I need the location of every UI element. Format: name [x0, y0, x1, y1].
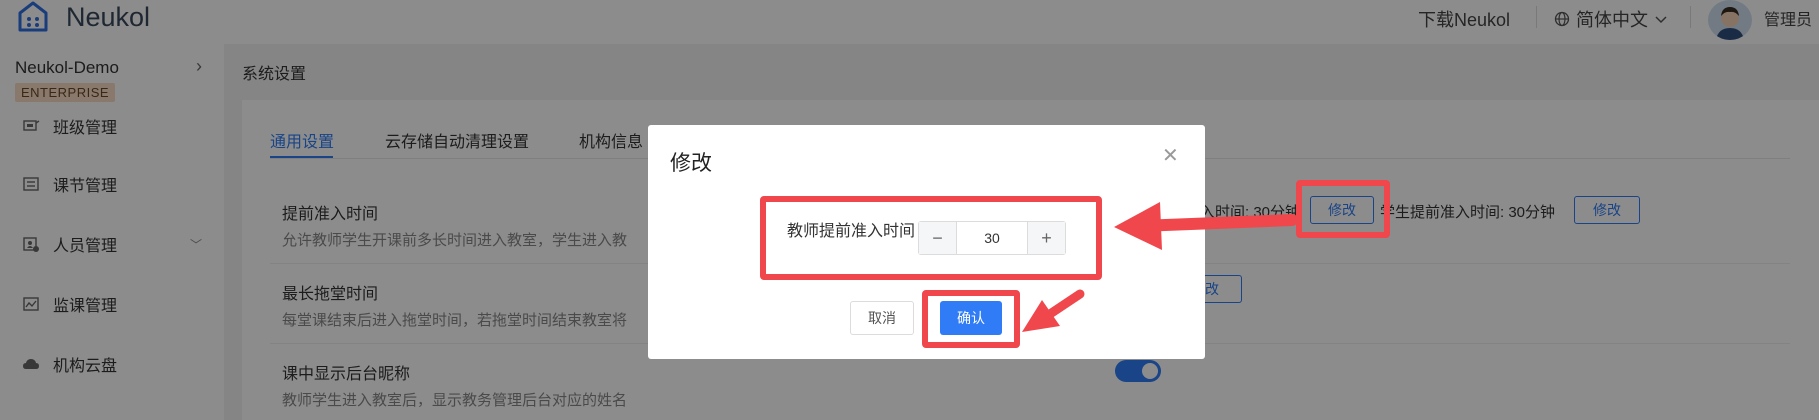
annotation-arrows — [1022, 202, 1298, 332]
arrow-icon — [1022, 289, 1085, 332]
arrow-icon — [1114, 202, 1298, 250]
